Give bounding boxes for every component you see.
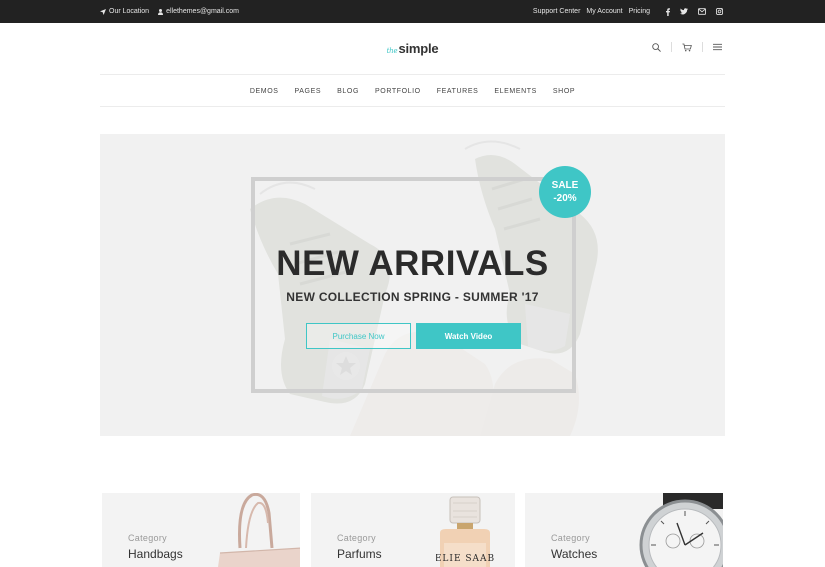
support-center-link[interactable]: Support Center — [533, 8, 580, 15]
divider — [702, 42, 703, 52]
hero-subtitle: NEW COLLECTION SPRING - SUMMER '17 — [286, 290, 539, 304]
category-name: Watches — [551, 547, 598, 561]
category-name: Parfums — [337, 547, 382, 561]
nav-item-demos[interactable]: DEMOS — [250, 88, 279, 95]
hero-banner: NEW ARRIVALS NEW COLLECTION SPRING - SUM… — [100, 134, 725, 436]
mail-icon[interactable] — [698, 8, 706, 15]
nav-item-shop[interactable]: SHOP — [553, 88, 575, 95]
site-header: thesimple — [100, 23, 725, 75]
user-icon — [158, 8, 164, 15]
location-link[interactable]: Our Location — [100, 8, 149, 15]
location-arrow-icon — [100, 8, 106, 15]
sale-badge-percent: -20% — [553, 193, 577, 204]
category-card-watches[interactable]: Category Watches — [525, 493, 723, 567]
search-icon[interactable] — [652, 42, 661, 52]
category-card-parfums[interactable]: Category Parfums ELIE SAAB — [311, 493, 515, 567]
sale-badge: SALE -20% — [539, 166, 591, 218]
category-label: Category — [128, 533, 167, 543]
top-bar-links: Support Center My Account Pricing — [533, 0, 723, 23]
watch-image — [639, 493, 723, 567]
nav-item-blog[interactable]: BLOG — [337, 88, 359, 95]
category-label: Category — [337, 533, 376, 543]
header-actions — [652, 42, 722, 52]
my-account-link[interactable]: My Account — [586, 8, 622, 15]
sale-badge-label: SALE — [551, 180, 579, 191]
cart-icon[interactable] — [682, 43, 692, 52]
twitter-icon[interactable] — [680, 8, 688, 15]
top-bar-contact: Our Location ellethemes@gmail.com — [100, 0, 239, 23]
main-nav: DEMOS PAGES BLOG PORTFOLIO FEATURES ELEM… — [100, 76, 725, 107]
nav-item-portfolio[interactable]: PORTFOLIO — [375, 88, 421, 95]
logo-prefix: the — [386, 47, 398, 55]
purchase-now-button[interactable]: Purchase Now — [306, 323, 411, 349]
instagram-icon[interactable] — [716, 8, 723, 15]
social-links — [666, 7, 723, 16]
menu-icon[interactable] — [713, 43, 722, 51]
hero-title: NEW ARRIVALS — [276, 244, 549, 283]
email-link[interactable]: ellethemes@gmail.com — [158, 8, 239, 15]
hero-frame — [251, 177, 576, 393]
divider — [671, 42, 672, 52]
category-label: Category — [551, 533, 590, 543]
nav-item-pages[interactable]: PAGES — [295, 88, 322, 95]
facebook-icon[interactable] — [666, 7, 670, 16]
top-bar: Our Location ellethemes@gmail.com Suppor… — [0, 0, 825, 23]
watch-video-button[interactable]: Watch Video — [416, 323, 521, 349]
category-name: Handbags — [128, 547, 183, 561]
handbag-image — [218, 493, 300, 567]
pricing-link[interactable]: Pricing — [629, 8, 650, 15]
logo-main: simple — [398, 41, 439, 56]
nav-item-elements[interactable]: ELEMENTS — [494, 88, 537, 95]
location-label: Our Location — [109, 8, 150, 15]
email-label: ellethemes@gmail.com — [166, 8, 239, 15]
nav-item-features[interactable]: FEATURES — [437, 88, 479, 95]
category-card-handbags[interactable]: Category Handbags — [102, 493, 300, 567]
perfume-brand-text: ELIE SAAB — [436, 554, 495, 564]
perfume-bottle-image: ELIE SAAB — [436, 496, 495, 567]
site-logo[interactable]: thesimple — [100, 41, 725, 56]
